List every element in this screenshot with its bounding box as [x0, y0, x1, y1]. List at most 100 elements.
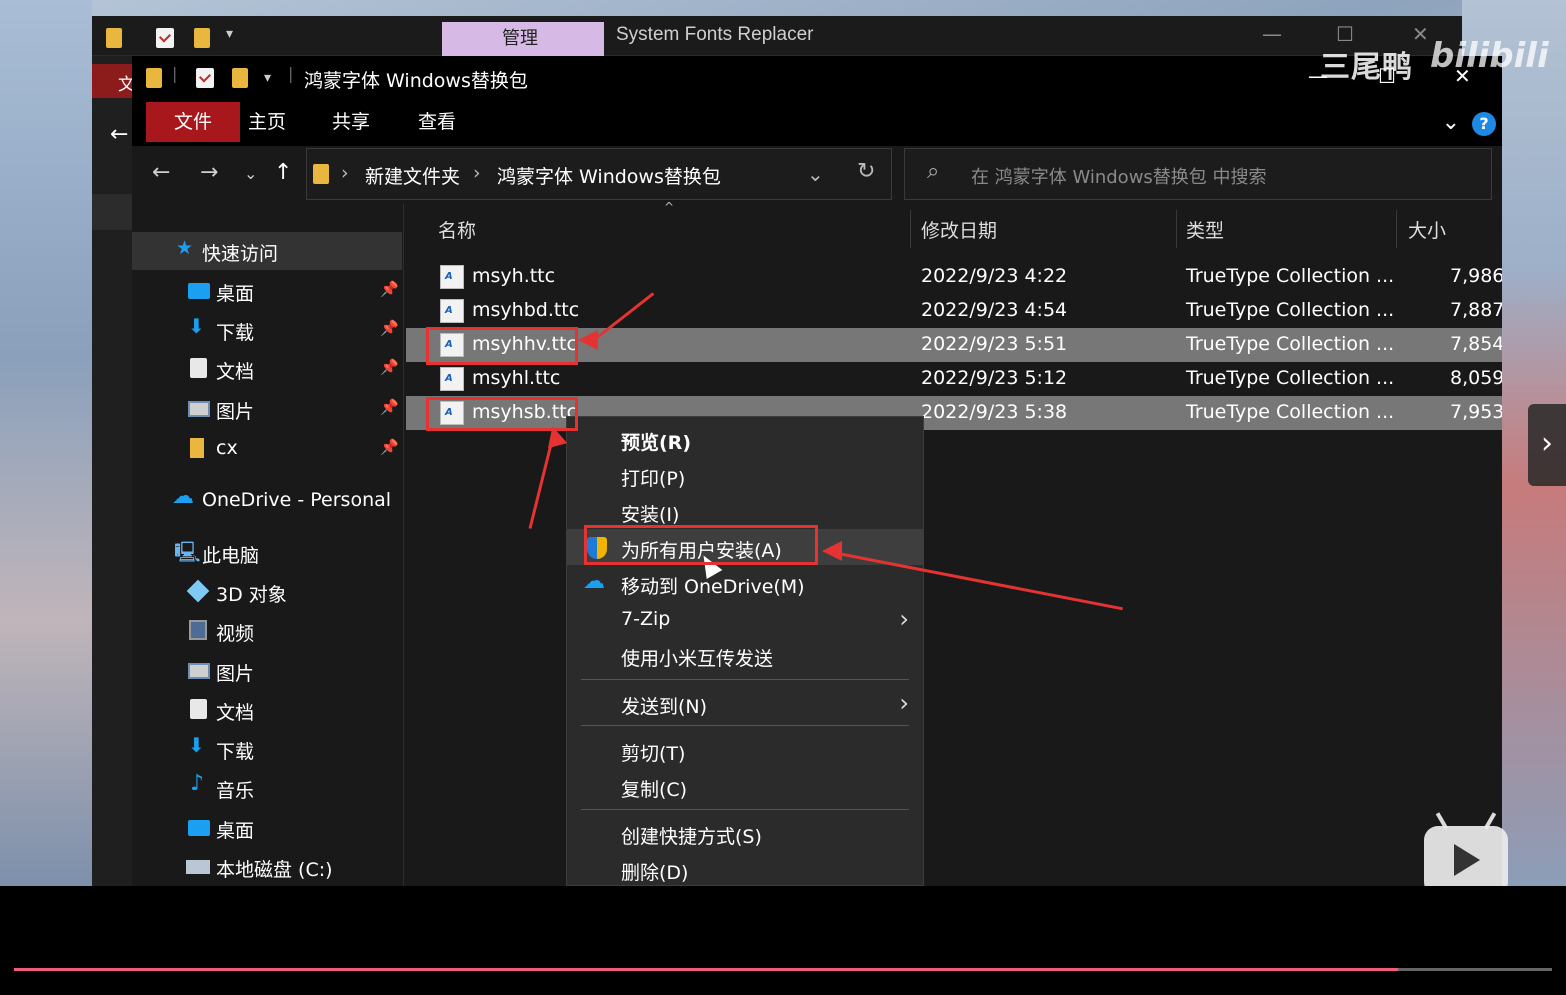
tab-share[interactable]: 共享	[326, 102, 376, 142]
nav-label: 文档	[216, 702, 255, 724]
forward-icon[interactable]: →	[200, 160, 218, 185]
breadcrumb-current[interactable]: 鸿蒙字体 Windows替换包	[497, 162, 721, 189]
menu-item-xiaomi-send[interactable]: 使用小米互传发送	[567, 637, 923, 673]
back-arrow-icon[interactable]: ←	[110, 122, 128, 147]
nav-label: 本地磁盘 (C:)	[216, 859, 333, 881]
menu-item-delete[interactable]: 删除(D)	[567, 851, 923, 887]
refresh-icon[interactable]: ↻	[857, 159, 875, 184]
tab-file[interactable]: 文件	[146, 102, 240, 142]
breadcrumb-new-folder[interactable]: 新建文件夹	[365, 162, 460, 189]
menu-item-install[interactable]: 安装(I)	[567, 493, 923, 529]
file-row[interactable]: msyhbd.ttc 2022/9/23 4:54 TrueType Colle…	[406, 294, 1502, 328]
nav-quick-access[interactable]: ★ 快速访问	[132, 232, 402, 270]
onedrive-cloud-icon: ☁	[583, 569, 605, 594]
menu-item-preview[interactable]: 预览(R)	[567, 421, 923, 457]
back-icon[interactable]: ←	[152, 160, 170, 185]
menu-label: 打印(P)	[621, 468, 686, 490]
address-bar[interactable]: › 新建文件夹 › 鸿蒙字体 Windows替换包 ⌄ ↻	[306, 148, 892, 200]
file-type: TrueType Collection ...	[1186, 401, 1395, 423]
menu-label: 发送到(N)	[621, 696, 708, 718]
manage-tab[interactable]: 管理	[442, 22, 604, 56]
pin-icon[interactable]: 📌	[380, 438, 399, 456]
annotation-box-msyhhv	[426, 327, 578, 365]
menu-item-print[interactable]: 打印(P)	[567, 457, 923, 493]
address-dropdown-icon[interactable]: ⌄	[807, 162, 824, 186]
menu-item-copy[interactable]: 复制(C)	[567, 768, 923, 804]
nav-item-pc-pictures[interactable]: 图片	[132, 652, 402, 690]
properties-icon[interactable]	[156, 28, 174, 48]
pin-icon[interactable]: 📌	[380, 280, 399, 298]
file-row[interactable]: msyhl.ttc 2022/9/23 5:12 TrueType Collec…	[406, 362, 1502, 396]
column-separator[interactable]	[1176, 210, 1177, 248]
nav-item-cx[interactable]: cx 📌	[132, 430, 402, 468]
close-icon[interactable]: ✕	[1412, 22, 1429, 46]
folder-icon	[190, 438, 204, 458]
breadcrumb-separator-icon[interactable]: ›	[473, 162, 481, 184]
nav-label: 图片	[216, 663, 255, 685]
tab-view[interactable]: 查看	[412, 102, 462, 142]
menu-item-move-onedrive[interactable]: ☁ 移动到 OneDrive(M)	[567, 565, 923, 601]
pin-icon[interactable]: 📌	[380, 398, 399, 416]
menu-item-create-shortcut[interactable]: 创建快捷方式(S)	[567, 815, 923, 851]
column-separator[interactable]	[1396, 210, 1397, 248]
submenu-arrow-icon: ›	[899, 605, 909, 633]
column-header-type[interactable]: 类型	[1186, 216, 1224, 243]
nav-label: 3D 对象	[216, 584, 287, 606]
menu-item-7zip[interactable]: 7-Zip ›	[567, 601, 923, 637]
file-row[interactable]: msyh.ttc 2022/9/23 4:22 TrueType Collect…	[406, 260, 1502, 294]
navigation-pane: ★ 快速访问 桌面 📌 ⬇ 下载 📌 文档 📌 图片 📌 cx 📌 ☁ OneD…	[132, 204, 404, 886]
search-input[interactable]: ⌕ 在 鸿蒙字体 Windows替换包 中搜索	[904, 148, 1492, 200]
column-header-name[interactable]: 名称	[438, 216, 476, 243]
nav-item-desktop[interactable]: 桌面 📌	[132, 272, 402, 310]
menu-separator	[581, 679, 909, 680]
pin-icon[interactable]: 📌	[380, 319, 399, 337]
new-folder-icon[interactable]	[194, 28, 210, 48]
nav-item-3d-objects[interactable]: 3D 对象	[132, 573, 402, 611]
computer-icon: 🖳	[174, 540, 201, 564]
minimize-icon[interactable]: —	[1262, 22, 1282, 46]
folder-icon	[313, 164, 329, 184]
nav-item-videos[interactable]: 视频	[132, 612, 402, 650]
properties-icon[interactable]	[196, 68, 214, 88]
breadcrumb-separator-icon[interactable]: ›	[341, 162, 349, 184]
nav-item-pc-desktop[interactable]: 桌面	[132, 809, 402, 847]
sort-ascending-icon: ^	[664, 200, 675, 214]
nav-label: 此电脑	[202, 545, 260, 567]
column-header-size[interactable]: 大小	[1408, 216, 1446, 243]
up-icon[interactable]: ↑	[274, 160, 292, 185]
menu-item-cut[interactable]: 剪切(T)	[567, 732, 923, 768]
font-file-icon	[440, 367, 464, 391]
progress-fill[interactable]	[14, 968, 1399, 971]
nav-this-pc[interactable]: 🖳 此电脑	[132, 534, 402, 572]
nav-item-pictures[interactable]: 图片 📌	[132, 390, 402, 428]
expand-ribbon-icon[interactable]: ⌄	[1442, 110, 1460, 135]
column-separator[interactable]	[910, 210, 911, 248]
nav-item-pc-documents[interactable]: 文档	[132, 691, 402, 729]
nav-item-music[interactable]: ♪ 音乐	[132, 769, 402, 807]
help-icon[interactable]: ?	[1472, 112, 1496, 136]
menu-label: 剪切(T)	[621, 743, 686, 765]
new-folder-icon[interactable]	[232, 68, 248, 88]
submenu-arrow-icon: ›	[899, 689, 909, 717]
picture-icon	[188, 401, 210, 417]
menu-item-send-to[interactable]: 发送到(N) ›	[567, 685, 923, 721]
column-header-date[interactable]: 修改日期	[921, 216, 997, 243]
file-date: 2022/9/23 4:54	[921, 299, 1068, 321]
nav-item-documents[interactable]: 文档 📌	[132, 350, 402, 388]
nav-item-local-disk[interactable]: 本地磁盘 (C:)	[132, 848, 402, 886]
pin-icon[interactable]: 📌	[380, 358, 399, 376]
recent-locations-icon[interactable]: ⌄	[244, 164, 257, 183]
ribbon-tabs: 文件 主页 共享 查看 ⌄ ?	[132, 102, 1502, 146]
tab-home[interactable]: 主页	[242, 102, 292, 142]
next-video-chevron-icon[interactable]: ›	[1528, 404, 1566, 486]
file-name: msyh.ttc	[472, 265, 556, 287]
qat-dropdown-icon[interactable]: ▾	[264, 70, 271, 86]
nav-item-downloads[interactable]: ⬇ 下载 📌	[132, 311, 402, 349]
window-title: 鸿蒙字体 Windows替换包	[304, 70, 528, 92]
nav-onedrive[interactable]: ☁ OneDrive - Personal	[132, 482, 402, 520]
nav-item-pc-downloads[interactable]: ⬇ 下载	[132, 730, 402, 768]
qat-dropdown-icon[interactable]: ▾	[226, 26, 233, 42]
player-control-bar	[0, 886, 1566, 995]
bilibili-logo: bilibili	[1430, 36, 1549, 76]
file-date: 2022/9/23 5:51	[921, 333, 1068, 355]
